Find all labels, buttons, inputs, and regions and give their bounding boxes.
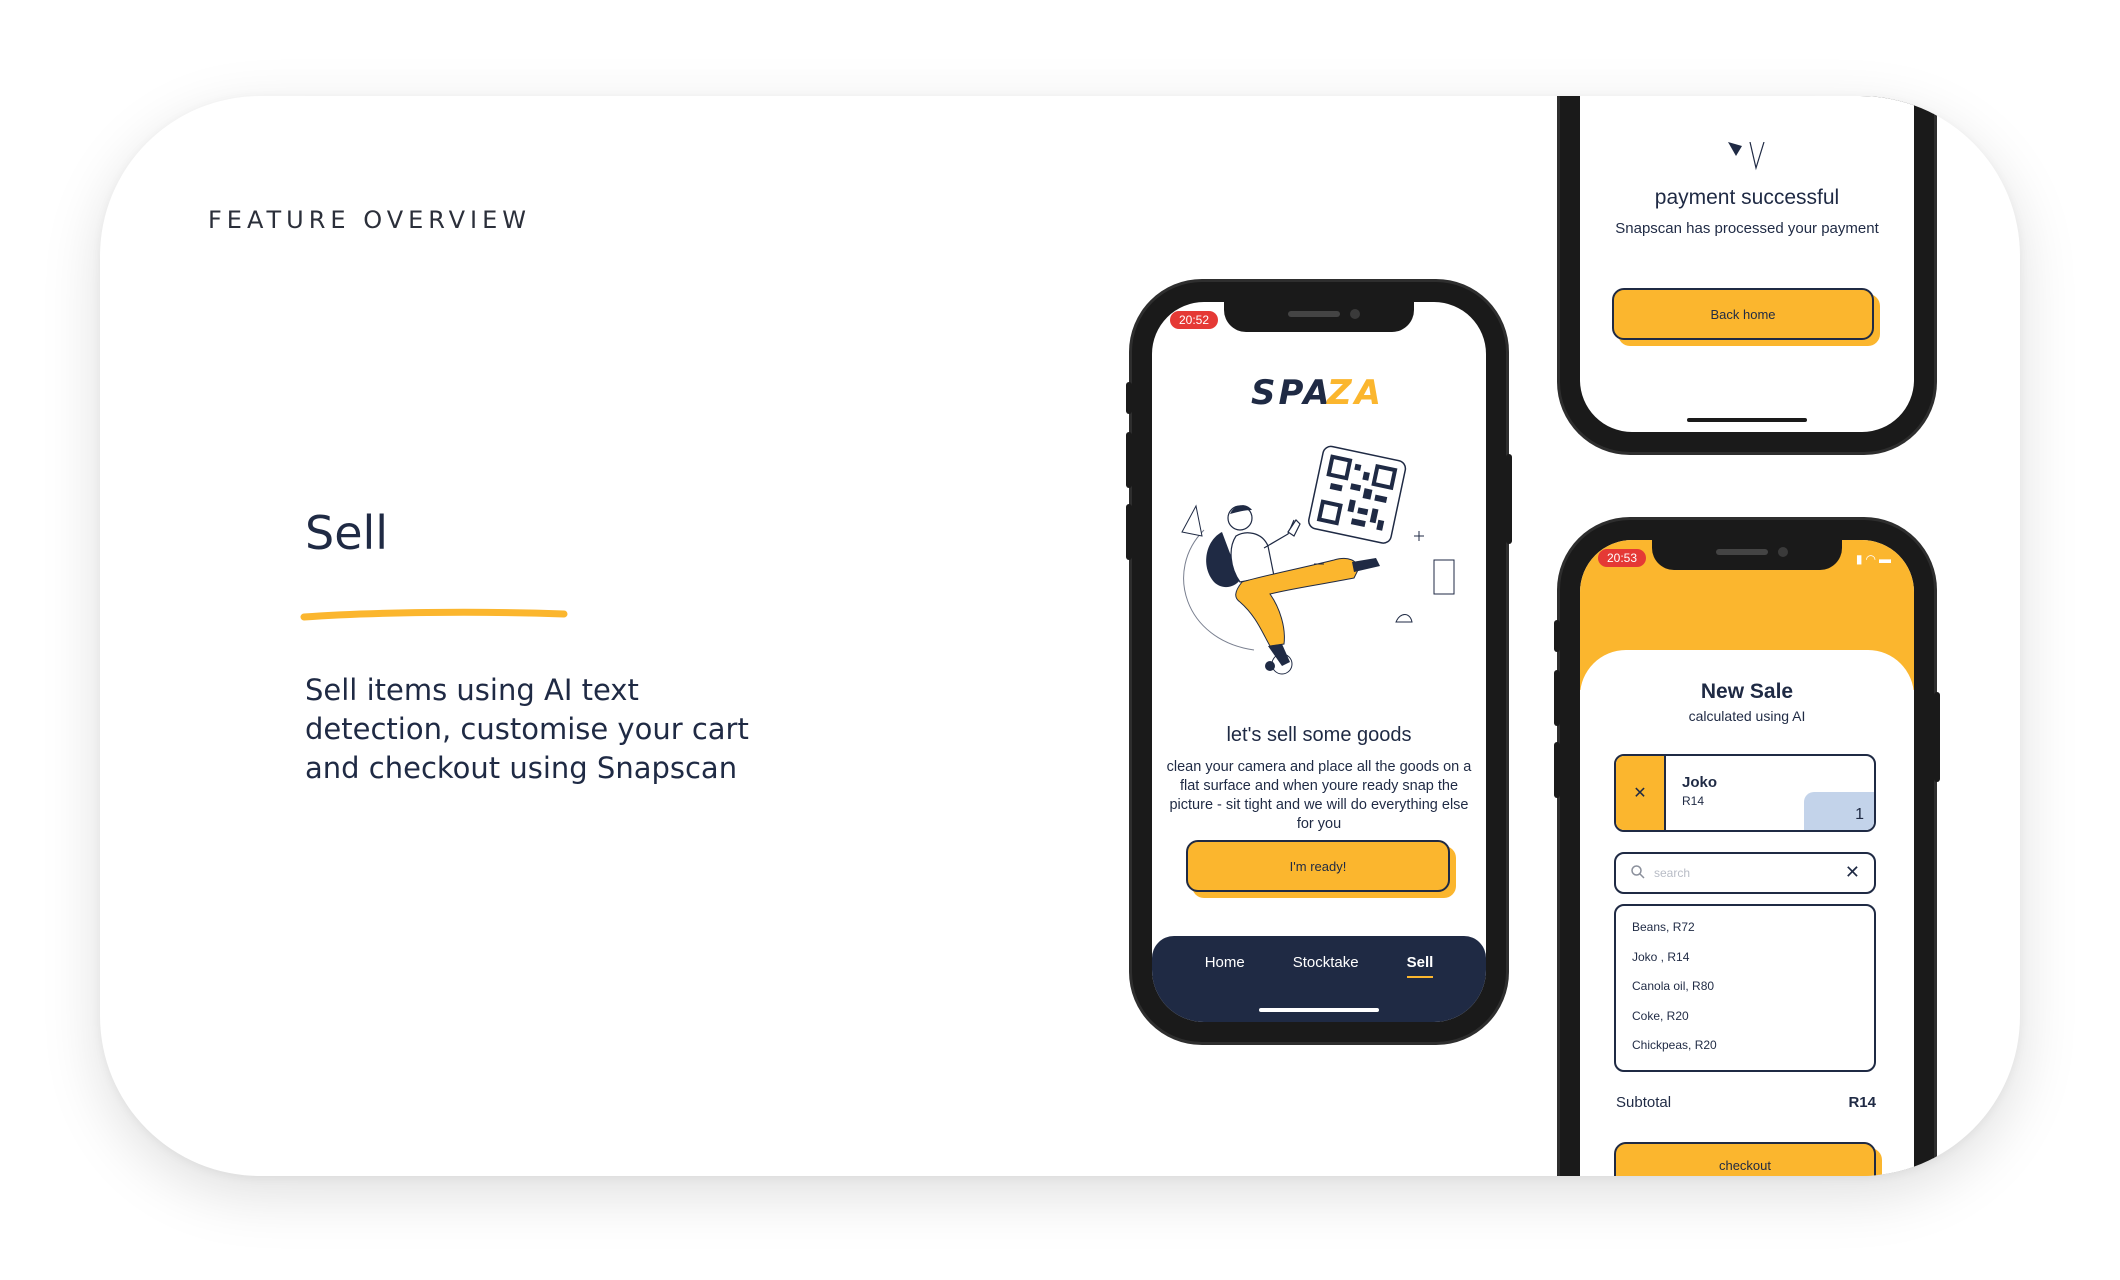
status-time: 20:52 bbox=[1170, 311, 1219, 329]
product-search: ✕ bbox=[1614, 852, 1876, 894]
nav-sell[interactable]: Sell bbox=[1406, 954, 1434, 978]
feature-description: Sell items using AI text detection, cust… bbox=[305, 673, 749, 785]
search-input[interactable] bbox=[1654, 863, 1834, 883]
status-time: 20:53 bbox=[1598, 549, 1647, 567]
ready-button[interactable]: I'm ready! bbox=[1186, 840, 1450, 892]
new-sale-subtitle: calculated using AI bbox=[1688, 708, 1806, 724]
volume-down-button bbox=[1554, 742, 1560, 798]
sell-instructions: clean your camera and place all the good… bbox=[1166, 759, 1472, 832]
svg-text:SPA: SPA bbox=[1251, 373, 1333, 412]
product-list: Beans, R72 Joko , R14 Canola oil, R80 Co… bbox=[1614, 904, 1876, 1072]
svg-text:ZA: ZA bbox=[1326, 373, 1384, 412]
phone-screen: payment successful Snapscan has processe… bbox=[1580, 96, 1914, 432]
qr-scan-illustration bbox=[1181, 445, 1455, 675]
back-home-button[interactable]: Back home bbox=[1612, 288, 1874, 340]
power-button bbox=[1934, 692, 1940, 782]
cart-item: ✕ Joko R14 1 bbox=[1614, 754, 1876, 832]
volume-up-button bbox=[1554, 670, 1560, 726]
product-item[interactable]: Coke, R20 bbox=[1632, 1005, 1874, 1035]
remove-item-button[interactable]: ✕ bbox=[1616, 756, 1666, 830]
power-button bbox=[1506, 454, 1512, 544]
phone-screen: 20:53 ▮◠▬ New Sale calculated using AI ✕… bbox=[1580, 540, 1914, 1176]
cart-item-price: R14 bbox=[1682, 794, 1705, 808]
volume-down-button bbox=[1126, 504, 1132, 560]
search-icon bbox=[1631, 865, 1645, 879]
ready-button-wrap: I'm ready! bbox=[1186, 840, 1456, 898]
spaza-logo: SPA ZA bbox=[1152, 372, 1486, 417]
phone-payment-screen: payment successful Snapscan has processe… bbox=[1560, 96, 1934, 452]
status-icons: ▮◠▬ bbox=[1856, 552, 1894, 566]
signal-icon: ▮ bbox=[1855, 552, 1866, 566]
nav-stocktake[interactable]: Stocktake bbox=[1293, 954, 1359, 978]
volume-up-button bbox=[1126, 432, 1132, 488]
bottom-nav: Home Stocktake Sell bbox=[1152, 936, 1486, 1022]
title-underline bbox=[300, 608, 568, 621]
home-indicator bbox=[1687, 418, 1807, 422]
phone-notch bbox=[1652, 540, 1842, 570]
checkout-wrap: checkout bbox=[1614, 1142, 1882, 1176]
mute-switch bbox=[1126, 382, 1132, 414]
subtotal-value: R14 bbox=[1848, 1094, 1876, 1111]
feature-title: Sell bbox=[305, 506, 389, 560]
phone-notch bbox=[1224, 302, 1414, 332]
back-home-wrap: Back home bbox=[1612, 288, 1880, 346]
phone-sell-screen: 20:52 SPA ZA let's sell some goods clean… bbox=[1126, 282, 1512, 1042]
subtotal-label: Subtotal bbox=[1616, 1094, 1672, 1111]
nav-home[interactable]: Home bbox=[1205, 954, 1245, 978]
product-item[interactable]: Chickpeas, R20 bbox=[1632, 1034, 1874, 1064]
battery-icon: ▬ bbox=[1879, 552, 1894, 566]
new-sale-title: New Sale bbox=[1700, 680, 1794, 703]
product-item[interactable]: Joko , R14 bbox=[1632, 946, 1874, 976]
mute-switch bbox=[1554, 620, 1560, 652]
payment-title: payment successful bbox=[1654, 186, 1840, 209]
feature-card: FEATURE OVERVIEW Sell Sell items using A… bbox=[100, 96, 2020, 1176]
section-eyebrow: FEATURE OVERVIEW bbox=[208, 206, 532, 234]
product-item[interactable]: Beans, R72 bbox=[1632, 916, 1874, 946]
home-indicator bbox=[1259, 1008, 1379, 1012]
phone-new-sale-screen: 20:53 ▮◠▬ New Sale calculated using AI ✕… bbox=[1554, 520, 1940, 1176]
phone-screen: 20:52 SPA ZA let's sell some goods clean… bbox=[1152, 302, 1486, 1022]
wifi-icon: ◠ bbox=[1865, 552, 1879, 566]
close-icon: ✕ bbox=[1633, 785, 1647, 802]
clear-search-icon[interactable]: ✕ bbox=[1845, 862, 1860, 883]
product-item[interactable]: Canola oil, R80 bbox=[1632, 975, 1874, 1005]
cart-item-quantity[interactable]: 1 bbox=[1804, 792, 1874, 830]
sell-heading: let's sell some goods bbox=[1226, 724, 1412, 746]
cart-item-name: Joko bbox=[1682, 774, 1718, 791]
checkout-button[interactable]: checkout bbox=[1614, 1142, 1876, 1176]
payment-subtitle: Snapscan has processed your payment bbox=[1615, 220, 1879, 237]
